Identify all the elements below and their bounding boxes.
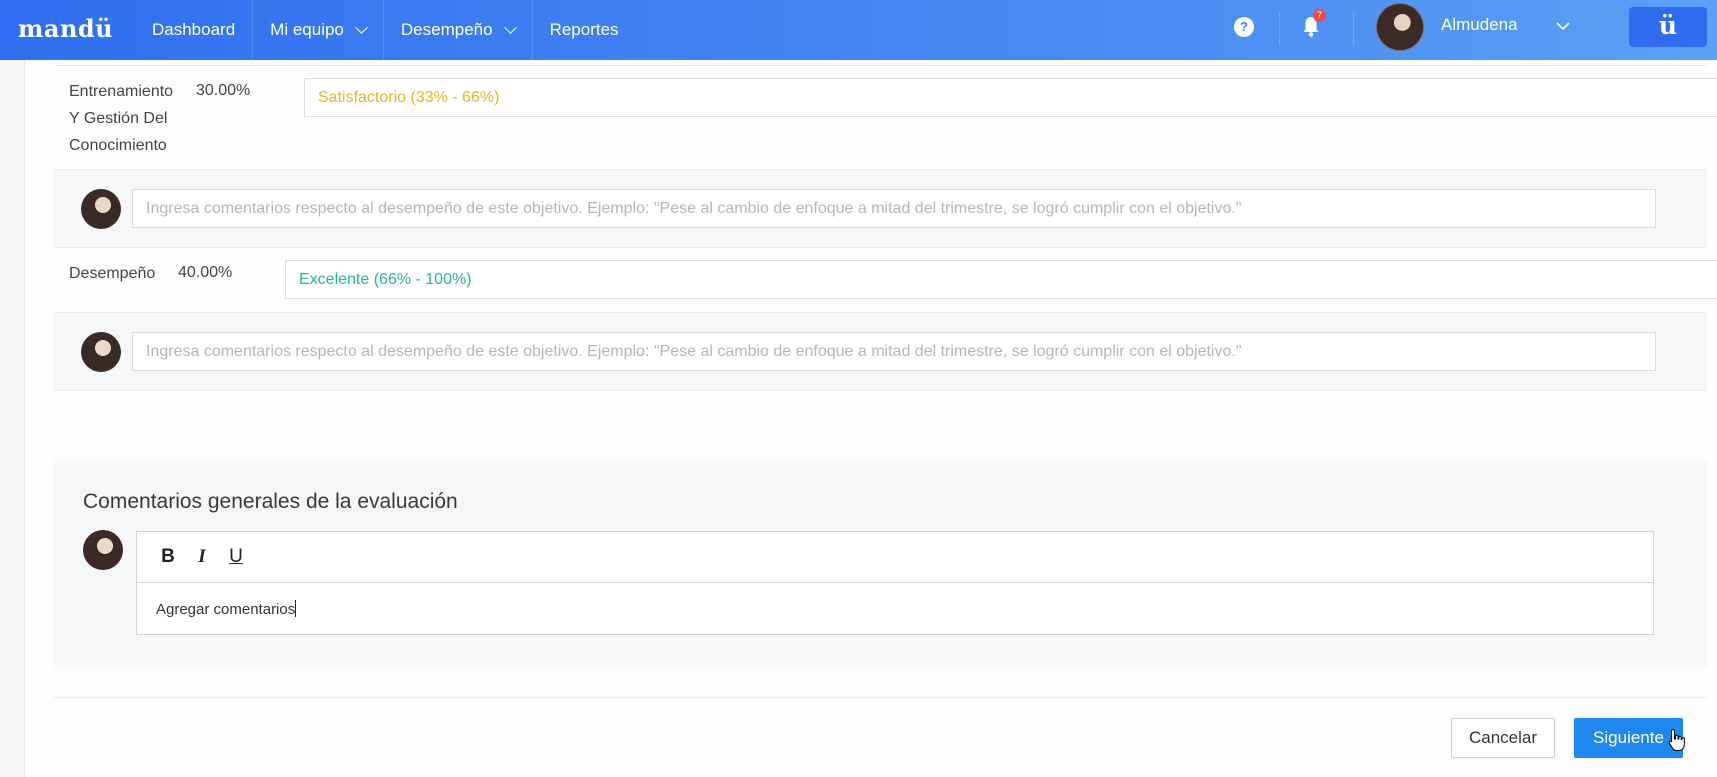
objective-name-line: Entrenamiento (69, 83, 174, 100)
rating-select[interactable]: Excelente (66% - 100%) (285, 260, 1717, 299)
evaluation-content: Entrenamiento Y Gestión Del Conocimiento… (24, 60, 1717, 777)
chevron-down-icon[interactable] (1556, 21, 1570, 31)
rich-text-editor[interactable]: B I U Agregar comentarios (136, 531, 1654, 635)
footer-divider (54, 697, 1707, 698)
objective-comment-section (54, 312, 1707, 391)
objective-comment-input[interactable] (132, 189, 1656, 228)
objective-weight: 40.00% (178, 264, 233, 281)
nav-dashboard[interactable]: Dashboard (135, 0, 254, 60)
italic-button[interactable]: I (187, 542, 217, 572)
avatar (83, 530, 123, 570)
bold-button[interactable]: B (153, 542, 183, 572)
avatar (81, 332, 121, 372)
objective-name: Desempeño (69, 260, 155, 287)
objective-row: Desempeño 40.00% Excelente (66% - 100%) (54, 260, 1717, 312)
top-navigation-bar: mandü Dashboard Mi equipo Desempeño Repo… (0, 0, 1717, 60)
rating-select[interactable]: Satisfactorio (33% - 66%) (304, 78, 1717, 117)
objective-comment-section (54, 169, 1707, 248)
main-nav: Dashboard Mi equipo Desempeño Reportes (135, 0, 636, 60)
hand-cursor-icon (1668, 728, 1685, 752)
nav-mi-equipo[interactable]: Mi equipo (253, 0, 384, 60)
nav-reportes[interactable]: Reportes (533, 0, 636, 60)
general-comments-section: Comentarios generales de la evaluación B… (54, 460, 1707, 668)
editor-text-area[interactable]: Agregar comentarios (137, 583, 1653, 635)
divider (1279, 12, 1280, 46)
underline-button[interactable]: U (221, 542, 251, 572)
objective-name-line: Conocimiento (69, 137, 167, 154)
mandu-logo[interactable]: mandü (18, 14, 113, 43)
objective-name-line: Desempeño (69, 265, 156, 282)
editor-text: Agregar comentarios (156, 601, 296, 618)
user-avatar[interactable] (1376, 3, 1424, 51)
objective-name: Entrenamiento Y Gestión Del Conocimiento (69, 78, 173, 159)
nav-reportes-label: Reportes (549, 20, 619, 39)
chevron-down-icon (355, 21, 368, 34)
section-divider (55, 60, 1707, 66)
notification-badge: 7 (1313, 9, 1326, 22)
editor-toolbar: B I U (137, 532, 1653, 583)
objective-comment-input[interactable] (132, 332, 1656, 371)
nav-desempeno[interactable]: Desempeño (384, 0, 533, 60)
objective-row: Entrenamiento Y Gestión Del Conocimiento… (54, 78, 1717, 168)
nav-dashboard-label: Dashboard (152, 20, 236, 39)
general-comments-title: Comentarios generales de la evaluación (83, 490, 458, 513)
help-icon[interactable]: ? (1234, 17, 1254, 37)
chevron-down-icon (503, 21, 517, 34)
user-name[interactable]: Almudena (1441, 15, 1518, 35)
text-caret (295, 600, 297, 617)
cancel-button[interactable]: Cancelar (1451, 718, 1555, 758)
app-switcher-button[interactable]: ü (1629, 7, 1707, 47)
next-button[interactable]: Siguiente (1574, 718, 1683, 758)
objective-weight: 30.00% (196, 82, 251, 99)
avatar (81, 189, 121, 229)
divider (1353, 12, 1354, 46)
objective-name-line: Y Gestión Del (69, 110, 168, 127)
nav-mi-equipo-label: Mi equipo (270, 20, 344, 39)
nav-desempeno-label: Desempeño (400, 20, 493, 39)
